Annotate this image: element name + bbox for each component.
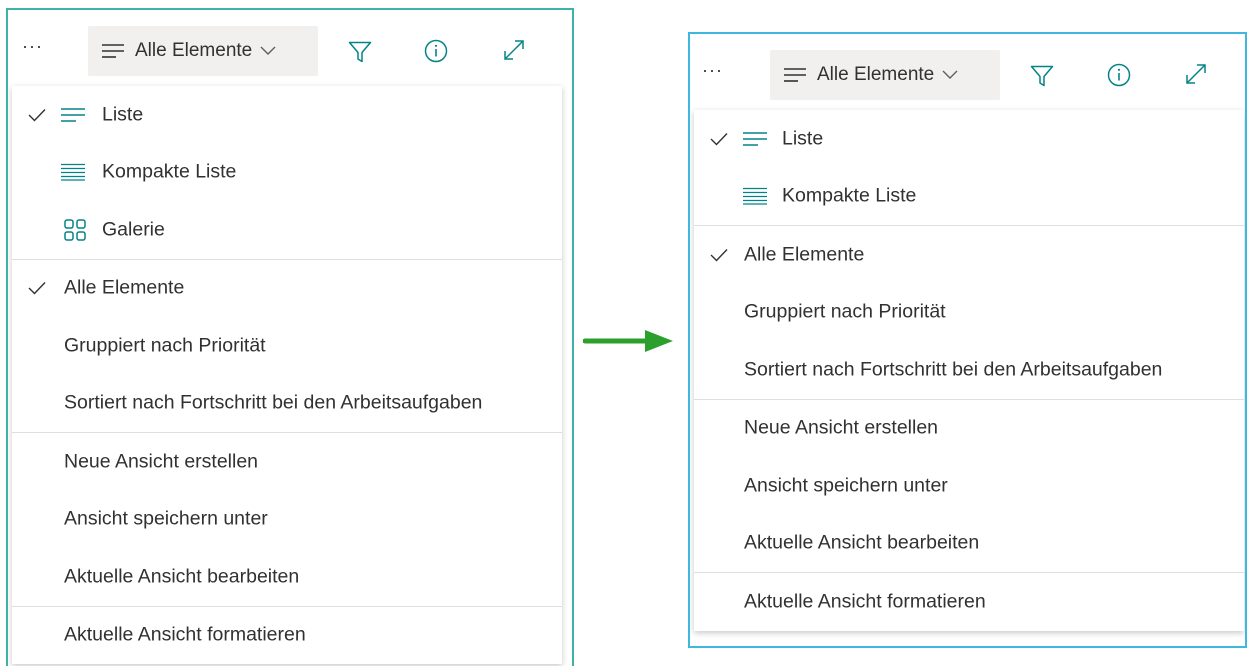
menu-item-alle-elemente[interactable]: Alle Elemente	[694, 226, 1244, 284]
menu-item-aktuelle-ansicht-formatieren[interactable]: Aktuelle Ansicht formatieren	[12, 607, 562, 665]
menu-item-label: Sortiert nach Fortschritt bei den Arbeit…	[744, 358, 1163, 381]
menu-item-label: Aktuelle Ansicht formatieren	[744, 590, 986, 613]
more-options-button[interactable]: ···	[702, 60, 723, 81]
transition-arrow-icon	[583, 330, 673, 352]
menu-item-label: Liste	[102, 103, 144, 126]
before-screenshot-panel: ··· Alle Elemente Liste Kompakte Liste G…	[6, 8, 574, 666]
menu-item-neue-ansicht-erstellen[interactable]: Neue Ansicht erstellen	[694, 400, 1244, 458]
menu-item-neue-ansicht-erstellen[interactable]: Neue Ansicht erstellen	[12, 433, 562, 491]
menu-item-label: Aktuelle Ansicht bearbeiten	[744, 531, 980, 554]
view-options-menu: Liste Kompakte Liste Galerie Alle Elemen…	[12, 86, 562, 664]
expand-icon[interactable]	[1184, 62, 1208, 86]
checkmark-icon	[28, 108, 46, 122]
checkmark-icon	[710, 248, 728, 262]
menu-item-label: Alle Elemente	[64, 276, 185, 299]
info-icon[interactable]	[424, 39, 448, 63]
menu-item-gruppiert-nach-prioritaet[interactable]: Gruppiert nach Priorität	[694, 284, 1244, 342]
menu-item-liste[interactable]: Liste	[12, 86, 562, 144]
chevron-down-icon	[260, 46, 276, 56]
menu-item-alle-elemente[interactable]: Alle Elemente	[12, 260, 562, 318]
menu-item-galerie[interactable]: Galerie	[12, 201, 562, 259]
menu-item-label: Gruppiert nach Priorität	[64, 334, 266, 357]
more-options-button[interactable]: ···	[22, 36, 43, 57]
menu-item-label: Kompakte Liste	[782, 184, 917, 207]
menu-item-label: Neue Ansicht erstellen	[744, 416, 939, 439]
menu-item-label: Alle Elemente	[744, 243, 865, 266]
info-icon[interactable]	[1107, 63, 1131, 87]
menu-item-aktuelle-ansicht-bearbeiten[interactable]: Aktuelle Ansicht bearbeiten	[12, 548, 562, 606]
menu-item-gruppiert-nach-prioritaet[interactable]: Gruppiert nach Priorität	[12, 317, 562, 375]
view-switcher-button[interactable]: Alle Elemente	[88, 26, 318, 76]
filter-icon[interactable]	[1030, 64, 1054, 88]
chevron-down-icon	[942, 70, 958, 80]
menu-item-sortiert-nach-fortschritt[interactable]: Sortiert nach Fortschritt bei den Arbeit…	[12, 375, 562, 433]
menu-item-label: Aktuelle Ansicht formatieren	[64, 623, 306, 646]
checkmark-icon	[28, 281, 46, 295]
after-screenshot-panel: ··· Alle Elemente Liste Kompakte Liste A…	[688, 32, 1247, 648]
menu-item-aktuelle-ansicht-formatieren[interactable]: Aktuelle Ansicht formatieren	[694, 573, 1244, 631]
menu-item-ansicht-speichern-unter[interactable]: Ansicht speichern unter	[694, 457, 1244, 515]
menu-item-kompakte-liste[interactable]: Kompakte Liste	[694, 168, 1244, 226]
view-switcher-button[interactable]: Alle Elemente	[770, 50, 1000, 100]
list-icon	[742, 131, 768, 147]
menu-item-label: Gruppiert nach Priorität	[744, 300, 946, 323]
compact-list-icon	[742, 187, 768, 205]
list-icon	[60, 107, 86, 123]
menu-item-label: Ansicht speichern unter	[744, 474, 948, 497]
gallery-icon	[64, 219, 86, 241]
compact-list-icon	[60, 163, 86, 181]
menu-item-label: Neue Ansicht erstellen	[64, 450, 259, 473]
menu-item-sortiert-nach-fortschritt[interactable]: Sortiert nach Fortschritt bei den Arbeit…	[694, 341, 1244, 399]
view-switcher-label: Alle Elemente	[817, 64, 935, 85]
menu-item-label: Aktuelle Ansicht bearbeiten	[64, 565, 300, 588]
expand-icon[interactable]	[502, 38, 526, 62]
menu-item-label: Liste	[782, 127, 824, 150]
checkmark-icon	[710, 132, 728, 146]
menu-item-ansicht-speichern-unter[interactable]: Ansicht speichern unter	[12, 491, 562, 549]
menu-item-kompakte-liste[interactable]: Kompakte Liste	[12, 144, 562, 202]
menu-item-label: Galerie	[102, 218, 165, 241]
menu-item-label: Kompakte Liste	[102, 160, 237, 183]
menu-item-label: Ansicht speichern unter	[64, 507, 268, 530]
menu-item-label: Sortiert nach Fortschritt bei den Arbeit…	[64, 391, 483, 414]
menu-item-aktuelle-ansicht-bearbeiten[interactable]: Aktuelle Ansicht bearbeiten	[694, 515, 1244, 573]
filter-icon[interactable]	[348, 40, 372, 64]
lines-icon	[101, 43, 125, 59]
view-options-menu: Liste Kompakte Liste Alle Elemente Grupp…	[694, 110, 1244, 631]
menu-item-liste[interactable]: Liste	[694, 110, 1244, 168]
view-switcher-label: Alle Elemente	[135, 40, 253, 61]
lines-icon	[783, 67, 807, 83]
